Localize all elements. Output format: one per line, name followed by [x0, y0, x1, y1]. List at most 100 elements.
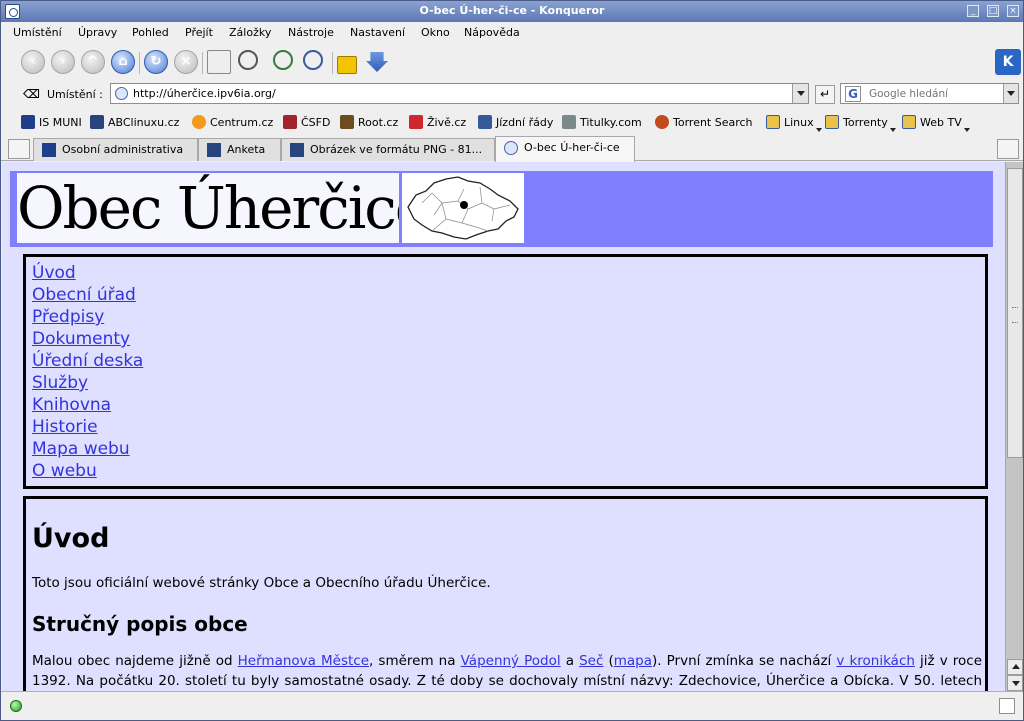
czech-map-image [402, 173, 524, 243]
chevron-down-icon [889, 128, 896, 132]
bookmark-icon [207, 143, 221, 157]
nav-link-mapa-webu[interactable]: Mapa webu [32, 438, 985, 460]
description-paragraph: Malou obec najdeme jižně od Heřmanova Mě… [32, 653, 983, 689]
scrollbar-thumb[interactable] [1007, 168, 1023, 458]
menu-upravy[interactable]: Úpravy [78, 26, 117, 39]
bookmark-is-muni[interactable]: IS MUNI [21, 115, 82, 129]
toolbar-separator [202, 52, 203, 74]
bookmark-zive[interactable]: Živě.cz [409, 115, 466, 129]
site-title: Obec Úherčice [17, 173, 399, 243]
folder-icon [766, 115, 780, 129]
status-resize-field[interactable] [999, 698, 1015, 714]
tab-anketa[interactable]: Anketa [198, 138, 281, 161]
maximize-button[interactable]: □ [987, 5, 999, 17]
nav-link-sluzby[interactable]: Služby [32, 372, 985, 394]
new-tab-button[interactable] [8, 139, 30, 159]
lock-icon[interactable] [337, 56, 357, 74]
kde-logo-icon[interactable]: K [995, 49, 1021, 75]
link-mapa[interactable]: mapa [614, 653, 652, 669]
link-hermanuv-mestec[interactable]: Heřmanova Městce [238, 653, 369, 669]
find-icon[interactable] [238, 50, 258, 70]
nav-link-uredni-deska[interactable]: Úřední deska [32, 350, 985, 372]
print-icon[interactable] [207, 50, 231, 74]
menu-pohled[interactable]: Pohled [132, 26, 169, 39]
menu-nastaveni[interactable]: Nastavení [350, 26, 405, 39]
menu-nastroje[interactable]: Nástroje [288, 26, 334, 39]
site-header: Obec Úherčice [10, 171, 993, 247]
forward-icon[interactable]: › [51, 50, 75, 74]
page-viewport[interactable]: Obec Úherčice Úvod Obecní úřad Předpisy … [2, 162, 1005, 691]
location-label: Umístění : [47, 88, 103, 101]
scroll-up-button[interactable] [1007, 659, 1023, 675]
bookmark-csfd[interactable]: ČSFD [283, 115, 330, 129]
up-icon[interactable]: ^ [81, 50, 105, 74]
home-icon[interactable]: ⌂ [111, 50, 135, 74]
nav-link-knihovna[interactable]: Knihovna [32, 394, 985, 416]
is-muni-icon [21, 115, 35, 129]
window-title: O-bec Ú-her-či-ce - Konqueror [419, 4, 605, 17]
nav-link-historie[interactable]: Historie [32, 416, 985, 438]
bookmark-folder-web-tv[interactable]: Web TV [902, 115, 970, 132]
folder-icon [825, 115, 839, 129]
menu-prejit[interactable]: Přejít [185, 26, 213, 39]
nav-link-uvod[interactable]: Úvod [32, 262, 985, 284]
bookmark-abclinuxu[interactable]: ABClinuxu.cz [90, 115, 179, 129]
google-icon[interactable]: G [845, 86, 861, 102]
close-button[interactable]: × [1007, 5, 1019, 17]
link-sec[interactable]: Seč [579, 653, 603, 669]
titulky-icon [562, 115, 576, 129]
intro-paragraph: Toto jsou oficiální webové stránky Obce … [32, 575, 491, 591]
search-engine-dropdown[interactable] [1003, 84, 1018, 103]
tab-obec-uhercice[interactable]: O-bec Ú-her-či-ce [495, 136, 635, 162]
tab-osobni-administrativa[interactable]: Osobní administrativa [33, 138, 198, 161]
stop-icon[interactable]: × [174, 50, 198, 74]
go-button[interactable]: ↵ [815, 85, 835, 104]
clear-location-icon[interactable]: ⌫ [23, 87, 40, 101]
tab-bar: Osobní administrativa Anketa Obrázek ve … [1, 136, 1023, 162]
close-tab-button[interactable] [997, 139, 1019, 159]
main-toolbar: ‹ › ^ ⌂ ↻ × [1, 44, 1023, 80]
menu-okno[interactable]: Okno [421, 26, 450, 39]
tab-obrazek-png[interactable]: Obrázek ve formátu PNG - 81... [281, 138, 495, 161]
bookmark-centrum[interactable]: Centrum.cz [192, 115, 273, 129]
site-favicon-icon [504, 141, 518, 155]
chevron-down-icon [815, 128, 822, 132]
bookmark-torrent-search[interactable]: Torrent Search [655, 115, 753, 129]
menu-zalozky[interactable]: Záložky [229, 26, 271, 39]
bookmark-icon [290, 143, 304, 157]
download-icon[interactable] [366, 52, 388, 72]
nav-link-obecni-urad[interactable]: Obecní úřad [32, 284, 985, 306]
scroll-down-button[interactable] [1007, 675, 1023, 691]
bookmarks-bar: IS MUNI ABClinuxu.cz Centrum.cz ČSFD Roo… [1, 108, 1023, 136]
search-box[interactable]: G [840, 83, 1019, 104]
menu-umisteni[interactable]: Umístění [13, 26, 62, 39]
url-history-dropdown[interactable] [792, 84, 808, 103]
bookmark-jizdni-rady[interactable]: Jízdní řády [478, 115, 553, 129]
nav-link-o-webu[interactable]: O webu [32, 460, 985, 482]
nav-link-dokumenty[interactable]: Dokumenty [32, 328, 985, 350]
url-input[interactable]: http://úherčice.ipv6ia.org/ [110, 83, 809, 104]
zive-icon [409, 115, 423, 129]
back-icon[interactable]: ‹ [21, 50, 45, 74]
zoom-in-icon[interactable] [273, 50, 293, 70]
title-bar[interactable]: O-bec Ú-her-či-ce - Konqueror _ □ × [1, 1, 1023, 22]
csfd-icon [283, 115, 297, 129]
vertical-scrollbar[interactable] [1005, 162, 1023, 691]
search-input[interactable] [869, 86, 999, 102]
reload-icon[interactable]: ↻ [144, 50, 168, 74]
menu-napoveda[interactable]: Nápověda [464, 26, 520, 39]
link-v-kronikach[interactable]: v kronikách [836, 653, 915, 669]
zoom-out-icon[interactable] [303, 50, 323, 70]
root-icon [340, 115, 354, 129]
arrow-up-icon [1012, 664, 1020, 669]
bookmark-folder-torrenty[interactable]: Torrenty [825, 115, 896, 132]
bookmark-root[interactable]: Root.cz [340, 115, 398, 129]
bookmark-folder-linux[interactable]: Linux [766, 115, 822, 132]
nav-link-predpisy[interactable]: Předpisy [32, 306, 985, 328]
location-bar: ⌫ Umístění : http://úherčice.ipv6ia.org/… [1, 80, 1023, 108]
bookmark-titulky[interactable]: Titulky.com [562, 115, 642, 129]
minimize-button[interactable]: _ [967, 5, 979, 17]
link-vapenny-podol[interactable]: Vápenný Podol [461, 653, 561, 669]
url-text[interactable]: http://úherčice.ipv6ia.org/ [133, 87, 276, 100]
main-content: Úvod Toto jsou oficiální webové stránky … [23, 496, 988, 691]
